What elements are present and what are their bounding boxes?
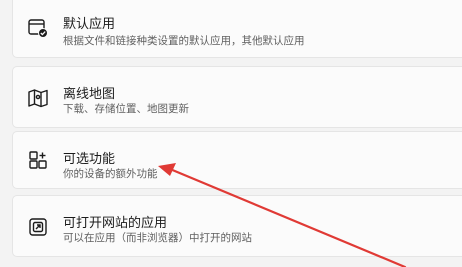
offline-maps-title: 离线地图 — [63, 87, 116, 102]
default-apps-icon — [27, 17, 49, 39]
offline-maps-subtitle: 下载、存储位置、地图更新 — [63, 103, 189, 115]
optional-features-title: 可选功能 — [63, 152, 116, 167]
apps-for-websites-item[interactable]: 可打开网站的应用 可以在应用（而非浏览器）中打开的网站 — [12, 195, 462, 257]
apps-for-websites-title: 可打开网站的应用 — [63, 216, 168, 231]
optional-features-icon — [27, 151, 49, 173]
open-website-icon — [27, 216, 49, 238]
default-apps-subtitle: 根据文件和链接种类设置的默认应用，其他默认应用 — [63, 35, 305, 47]
map-icon — [27, 87, 49, 109]
offline-maps-item[interactable]: 离线地图 下载、存储位置、地图更新 — [12, 66, 462, 128]
default-apps-title: 默认应用 — [63, 17, 116, 32]
optional-features-item[interactable]: 可选功能 你的设备的额外功能 — [12, 131, 462, 189]
default-apps-item[interactable]: 默认应用 根据文件和链接种类设置的默认应用，其他默认应用 — [12, 0, 462, 58]
optional-features-subtitle: 你的设备的额外功能 — [63, 168, 158, 180]
apps-for-websites-subtitle: 可以在应用（而非浏览器）中打开的网站 — [63, 232, 252, 244]
settings-apps-page: 默认应用 根据文件和链接种类设置的默认应用，其他默认应用 离线地图 下载、存储位… — [0, 0, 462, 267]
